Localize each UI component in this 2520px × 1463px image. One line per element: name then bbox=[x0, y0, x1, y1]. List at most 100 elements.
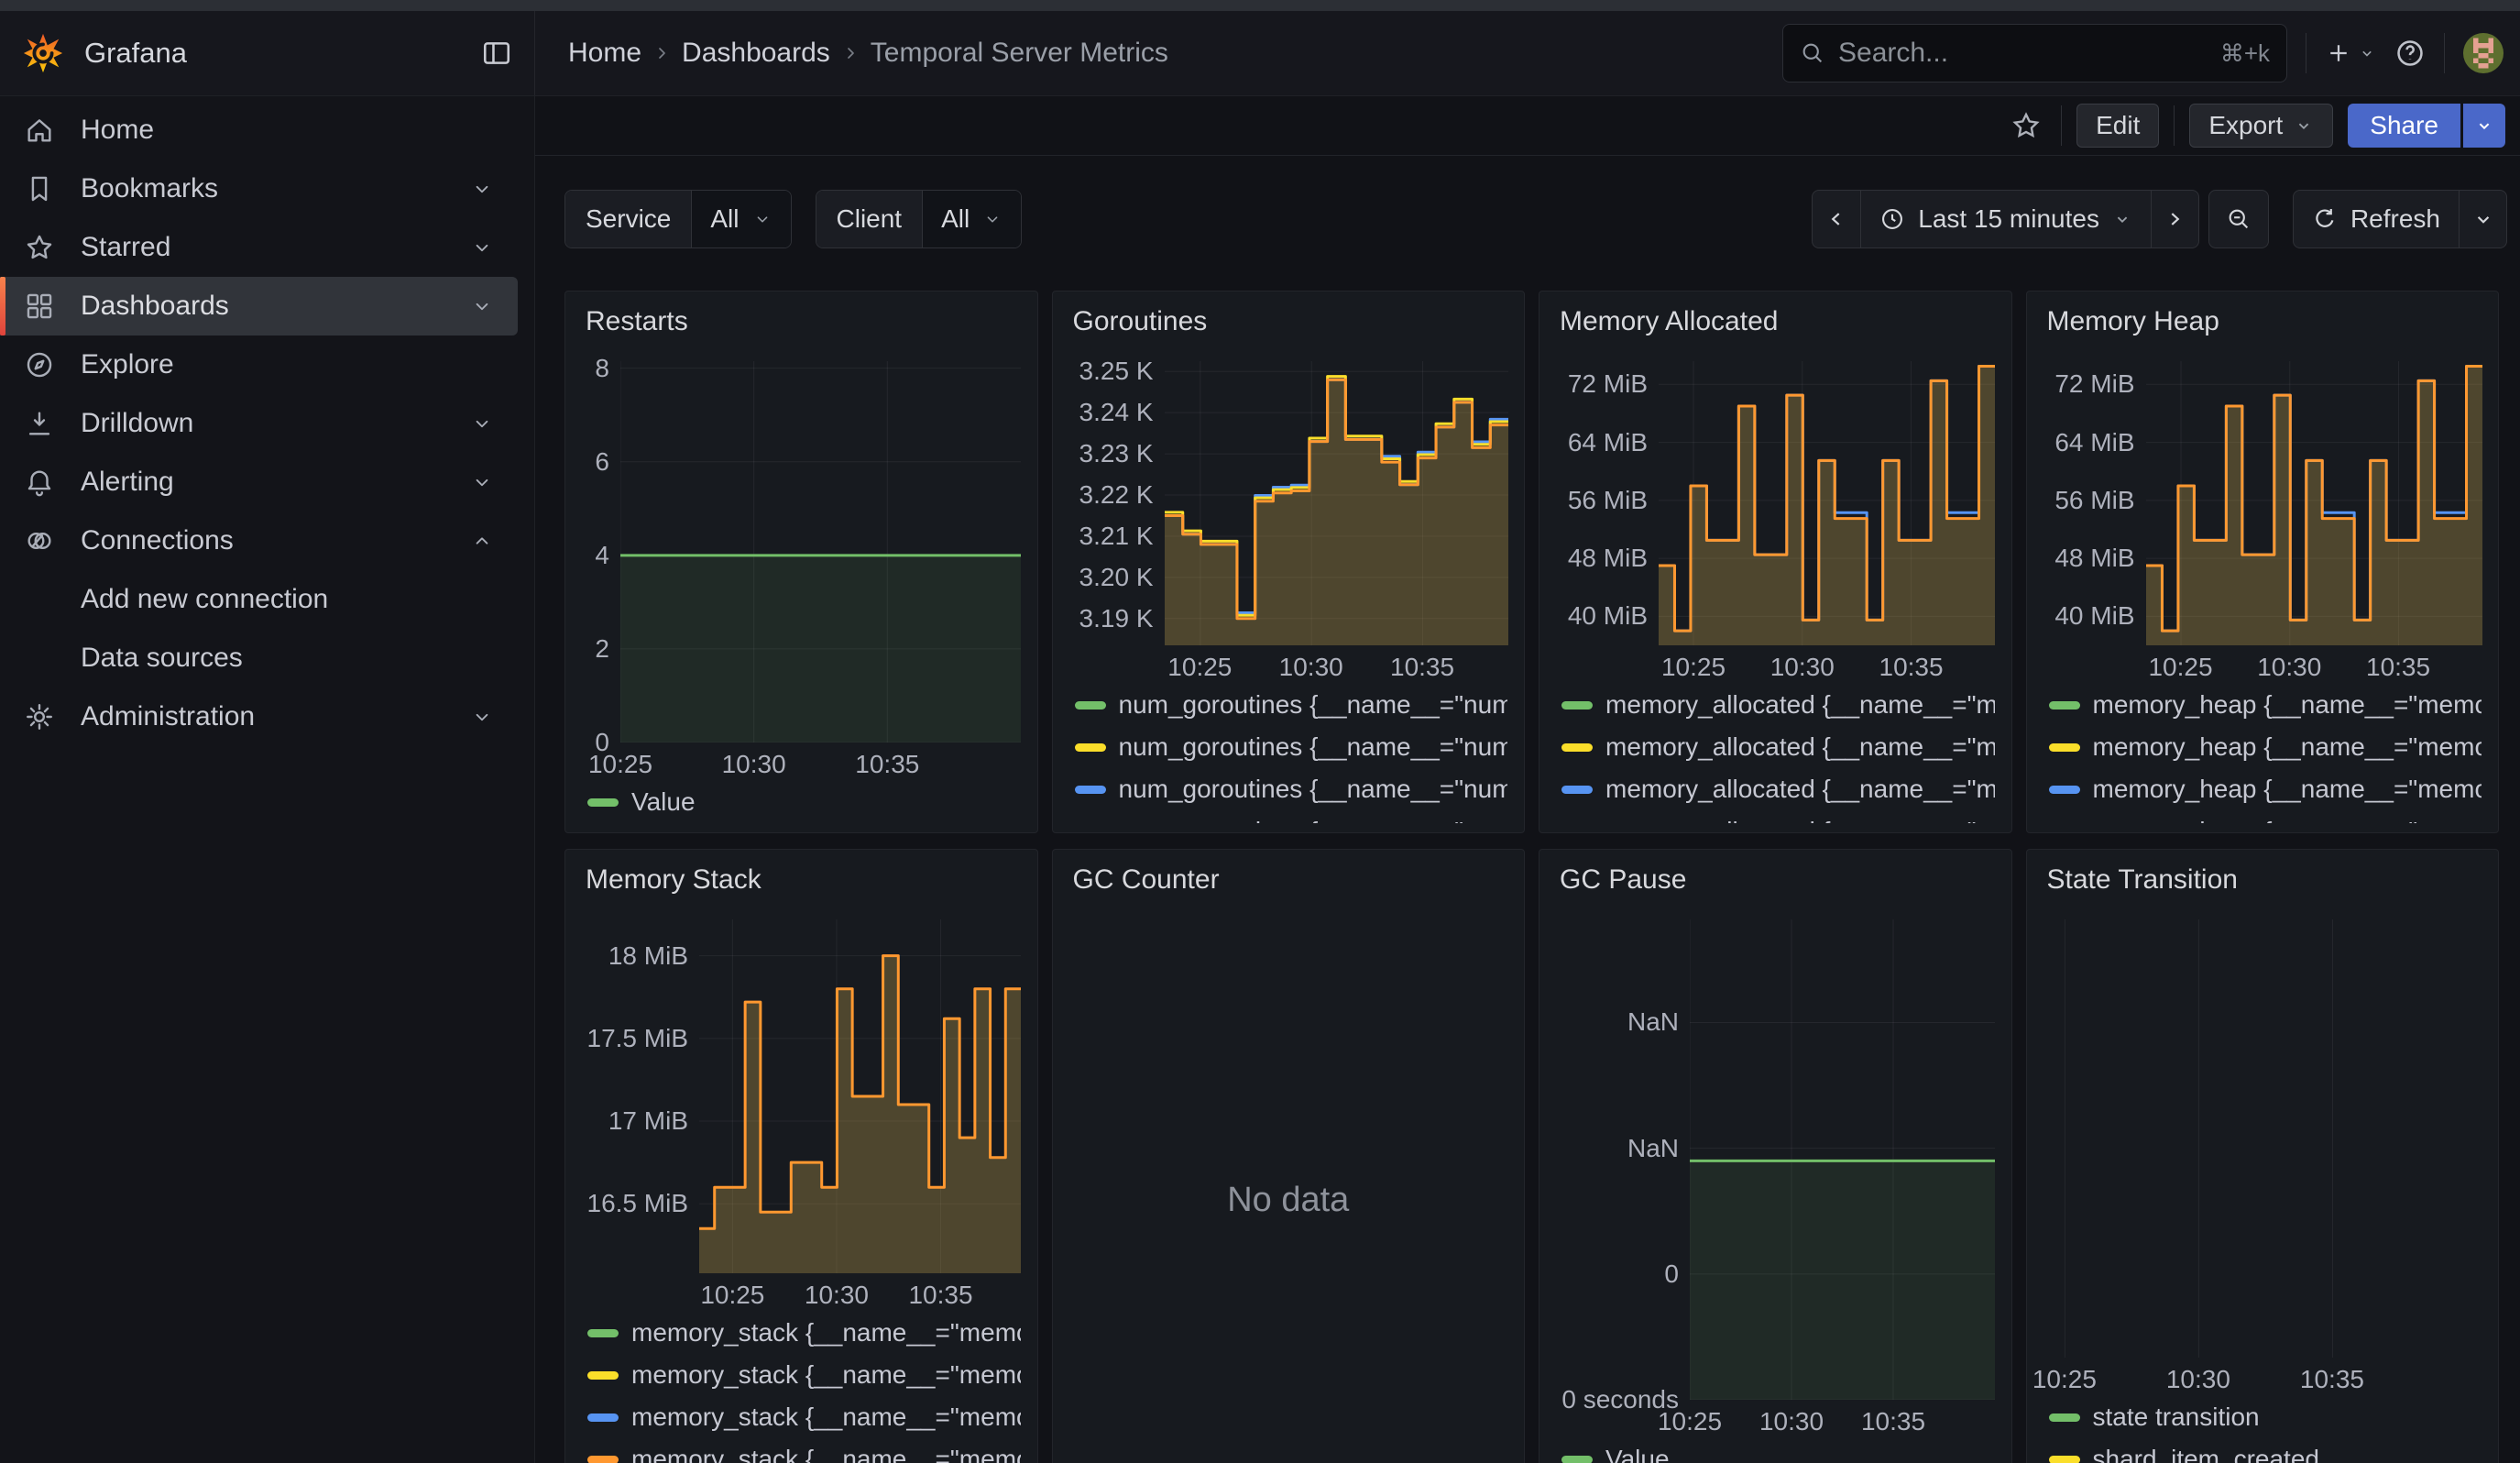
star-icon bbox=[2011, 110, 2042, 141]
legend-item[interactable]: shard_item_created bbox=[2043, 1438, 2482, 1463]
chart-area: NaNNaN00 seconds bbox=[1556, 919, 1995, 1400]
y-tick-label: 18 MiB bbox=[608, 941, 688, 971]
x-axis: 10:2510:3010:35 bbox=[2146, 645, 2482, 682]
y-tick-label: 72 MiB bbox=[1568, 369, 1648, 399]
plot-area[interactable] bbox=[1165, 361, 1508, 645]
x-tick-label: 10:25 bbox=[2026, 1365, 2120, 1394]
legend: Value bbox=[582, 781, 1021, 823]
user-avatar[interactable] bbox=[2463, 33, 2504, 73]
legend-color-swatch bbox=[1075, 786, 1106, 794]
chart-area: 72 MiB64 MiB56 MiB48 MiB40 MiB bbox=[2043, 361, 2482, 645]
breadcrumb-item[interactable]: Temporal Server Metrics bbox=[871, 38, 1168, 69]
divider bbox=[2174, 105, 2175, 146]
panel-title[interactable]: State Transition bbox=[2047, 864, 2482, 896]
chevron-down-icon[interactable] bbox=[470, 412, 494, 435]
sidebar-item-alerting[interactable]: Alerting bbox=[0, 453, 518, 512]
refresh-button[interactable]: Refresh bbox=[2294, 191, 2459, 248]
panel-title[interactable]: Goroutines bbox=[1073, 306, 1508, 337]
chart-area: 72 MiB64 MiB56 MiB48 MiB40 MiB bbox=[1556, 361, 1995, 645]
legend-item[interactable]: memory_stack {__name__="memory_s bbox=[582, 1312, 1021, 1354]
share-dropdown-button[interactable] bbox=[2463, 104, 2505, 148]
panel-title[interactable]: Memory Stack bbox=[586, 864, 1021, 896]
legend-item[interactable]: num_goroutines {__name__="num_go bbox=[1069, 684, 1508, 726]
plot-area[interactable] bbox=[620, 361, 1021, 742]
refresh-interval-dropdown[interactable] bbox=[2459, 191, 2506, 248]
legend-item[interactable]: Value bbox=[582, 781, 1021, 823]
sidebar-item-label: Drilldown bbox=[81, 408, 444, 439]
sidebar-item-drilldown[interactable]: Drilldown bbox=[0, 394, 518, 453]
legend-item[interactable]: memory_allocated {__name__="memo bbox=[1556, 684, 1995, 726]
sidebar-item-starred[interactable]: Starred bbox=[0, 218, 518, 277]
time-shift-back-button[interactable] bbox=[1813, 191, 1860, 248]
help-button[interactable] bbox=[2394, 38, 2426, 69]
filter-value-dropdown[interactable]: All bbox=[922, 191, 1021, 248]
legend-item[interactable]: memory_heap {__name__="memory_h bbox=[2043, 810, 2482, 823]
sidebar-toggle-icon[interactable] bbox=[481, 38, 512, 69]
sidebar-item-connections[interactable]: Connections bbox=[0, 512, 518, 570]
share-button[interactable]: Share bbox=[2348, 104, 2460, 148]
panel-title[interactable]: GC Pause bbox=[1560, 864, 1995, 896]
sidebar-item-bookmarks[interactable]: Bookmarks bbox=[0, 160, 518, 218]
chevron-down-icon[interactable] bbox=[470, 705, 494, 729]
breadcrumb-item[interactable]: Home bbox=[568, 38, 641, 69]
legend-item[interactable]: num_goroutines {__name__="num_go bbox=[1069, 810, 1508, 823]
chevron-down-icon[interactable] bbox=[470, 470, 494, 494]
legend-item[interactable]: Value bbox=[1556, 1438, 1995, 1463]
time-range-picker[interactable]: Last 15 minutes bbox=[1860, 191, 2151, 248]
legend-item[interactable]: state transition bbox=[2043, 1396, 2482, 1438]
sidebar-item-administration[interactable]: Administration bbox=[0, 688, 518, 746]
search-field[interactable] bbox=[1838, 38, 2208, 69]
legend-item[interactable]: memory_allocated {__name__="memo bbox=[1556, 768, 1995, 810]
x-tick-label: 10:30 bbox=[782, 1281, 892, 1310]
legend-item[interactable]: memory_stack {__name__="memory_s bbox=[582, 1354, 1021, 1396]
search-input[interactable]: ⌘+k bbox=[1782, 24, 2287, 82]
sidebar-item-data-sources[interactable]: Data sources bbox=[0, 629, 518, 688]
variable-filters: ServiceAllClientAll bbox=[564, 190, 1022, 248]
legend-item[interactable]: num_goroutines {__name__="num_go bbox=[1069, 726, 1508, 768]
x-tick-label: 10:30 bbox=[1748, 653, 1857, 682]
panel-title[interactable]: Restarts bbox=[586, 306, 1021, 337]
legend-item[interactable]: memory_stack {__name__="memory_s bbox=[582, 1438, 1021, 1463]
chevron-down-icon bbox=[2471, 207, 2495, 231]
y-axis: 3.25 K3.24 K3.23 K3.22 K3.21 K3.20 K3.19… bbox=[1069, 361, 1165, 645]
time-range-label: Last 15 minutes bbox=[1918, 204, 2099, 234]
sidebar-item-dashboards[interactable]: Dashboards bbox=[0, 277, 518, 336]
plot-area[interactable] bbox=[2146, 361, 2482, 645]
panel-memory-allocated: Memory Allocated 72 MiB64 MiB56 MiB48 MiB… bbox=[1539, 291, 2012, 833]
edit-button[interactable]: Edit bbox=[2076, 104, 2159, 148]
chevron-down-icon[interactable] bbox=[470, 294, 494, 318]
filter-label: Service bbox=[565, 191, 691, 248]
legend-item[interactable]: memory_allocated {__name__="memo bbox=[1556, 810, 1995, 823]
legend-item[interactable]: num_goroutines {__name__="num_go bbox=[1069, 768, 1508, 810]
chart-canvas bbox=[699, 919, 1021, 1273]
plot-area[interactable] bbox=[1659, 361, 1995, 645]
legend-item[interactable]: memory_allocated {__name__="memo bbox=[1556, 726, 1995, 768]
zoom-out-button[interactable] bbox=[2208, 190, 2269, 248]
panel-title[interactable]: GC Counter bbox=[1073, 864, 1508, 896]
chevron-down-icon[interactable] bbox=[470, 236, 494, 259]
add-new-button[interactable] bbox=[2325, 39, 2376, 67]
x-tick-label: 10:35 bbox=[1838, 1407, 1948, 1436]
y-tick-label: 72 MiB bbox=[2054, 369, 2134, 399]
panel-title[interactable]: Memory Allocated bbox=[1560, 306, 1995, 337]
panel-title[interactable]: Memory Heap bbox=[2047, 306, 2482, 337]
sidebar-item-add-new-connection[interactable]: Add new connection bbox=[0, 570, 518, 629]
legend-item[interactable]: memory_stack {__name__="memory_s bbox=[582, 1396, 1021, 1438]
chevron-down-icon[interactable] bbox=[470, 177, 494, 201]
sidebar-item-label: Bookmarks bbox=[81, 173, 444, 204]
plot-area[interactable] bbox=[699, 919, 1021, 1273]
legend-item[interactable]: memory_heap {__name__="memory_h bbox=[2043, 684, 2482, 726]
plot-area[interactable] bbox=[1690, 919, 1995, 1400]
favorite-star-button[interactable] bbox=[2006, 105, 2046, 146]
chevron-up-icon[interactable] bbox=[470, 529, 494, 553]
legend-item[interactable]: memory_heap {__name__="memory_h bbox=[2043, 768, 2482, 810]
sidebar-item-home[interactable]: Home bbox=[0, 101, 518, 160]
grafana-logo-icon[interactable] bbox=[22, 32, 64, 74]
sidebar-item-explore[interactable]: Explore bbox=[0, 336, 518, 394]
plot-area[interactable] bbox=[2043, 919, 2482, 1358]
legend-item[interactable]: memory_heap {__name__="memory_h bbox=[2043, 726, 2482, 768]
export-button[interactable]: Export bbox=[2189, 104, 2333, 148]
filter-value-dropdown[interactable]: All bbox=[691, 191, 790, 248]
breadcrumb-item[interactable]: Dashboards bbox=[682, 38, 830, 69]
time-shift-forward-button[interactable] bbox=[2151, 191, 2198, 248]
